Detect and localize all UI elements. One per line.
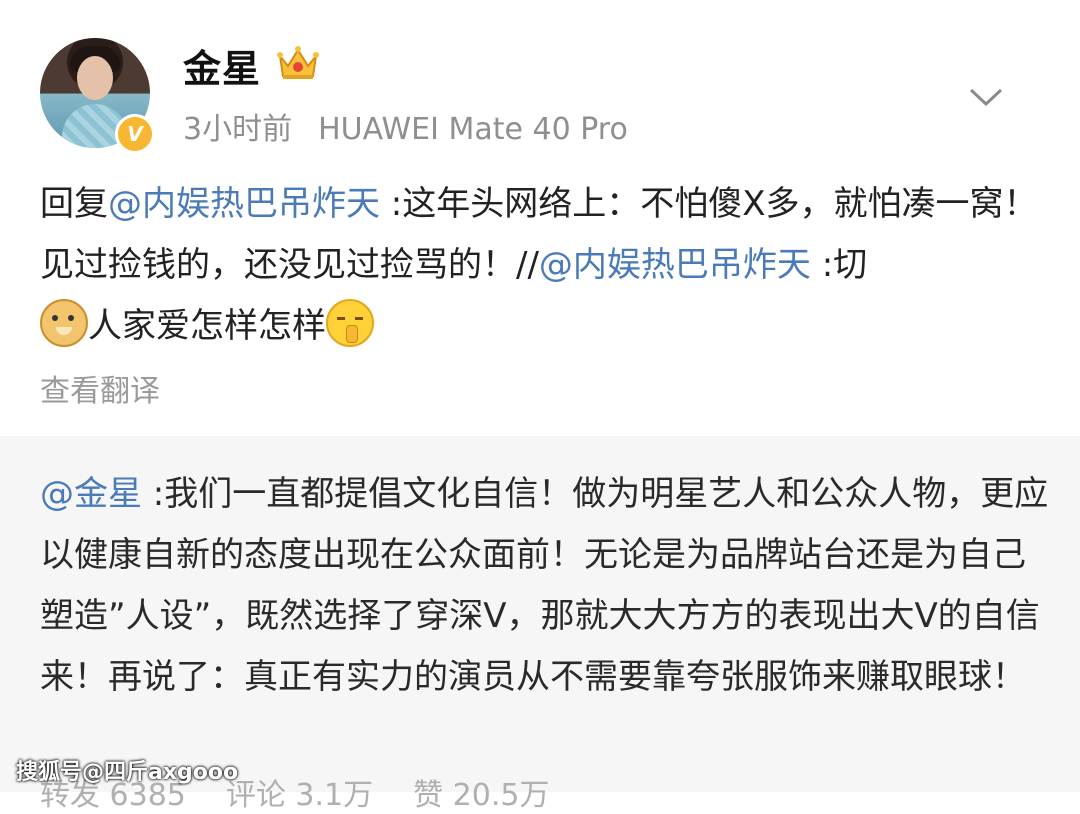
retweet-text: :我们一直都提倡文化自信！做为明星艺人和公众人物，更应以健康自新的态度出现在公众… xyxy=(40,474,1049,697)
mention-link[interactable]: @内娱热巴吊炸天 xyxy=(108,184,380,224)
post-text-part3: 人家爱怎样怎样 xyxy=(88,306,326,346)
doge-emoji xyxy=(40,299,88,347)
watermark: 搜狐号@四斤axgooo xyxy=(16,760,239,785)
mention-link[interactable]: @内娱热巴吊炸天 xyxy=(539,245,811,285)
post-body: 回复@内娱热巴吊炸天 :这年头网络上：不怕傻X多，就怕凑一窝！见过捡钱的，还没见… xyxy=(40,174,1050,357)
shush-emoji xyxy=(326,299,374,347)
chevron-down-icon[interactable] xyxy=(968,82,1004,112)
translate-link[interactable]: 查看翻译 xyxy=(40,366,160,410)
crown-icon xyxy=(277,46,319,79)
mention-link[interactable]: @金星 xyxy=(40,474,142,514)
username[interactable]: 金星 xyxy=(183,38,261,93)
reply-prefix: 回复 xyxy=(40,184,108,224)
like-count[interactable]: 赞 20.5万 xyxy=(413,778,549,813)
retweet-body: @金星 :我们一直都提倡文化自信！做为明星艺人和公众人物，更应以健康自新的态度出… xyxy=(40,464,1050,708)
post-time: 3小时前 xyxy=(183,112,293,147)
post-meta: 3小时前 HUAWEI Mate 40 Pro xyxy=(183,104,628,148)
avatar-face xyxy=(77,56,113,100)
retweet-card[interactable]: @金星 :我们一直都提倡文化自信！做为明星艺人和公众人物，更应以健康自新的态度出… xyxy=(0,436,1080,813)
post-device: HUAWEI Mate 40 Pro xyxy=(318,112,628,147)
comment-count[interactable]: 评论 3.1万 xyxy=(226,778,373,813)
verified-badge: V xyxy=(115,114,155,154)
weibo-post: V 金星 3小时前 HUAWEI Mate 40 Pro 回复@内娱热巴吊炸天 :… xyxy=(0,0,1080,436)
post-text-part2: :切 xyxy=(810,245,868,285)
